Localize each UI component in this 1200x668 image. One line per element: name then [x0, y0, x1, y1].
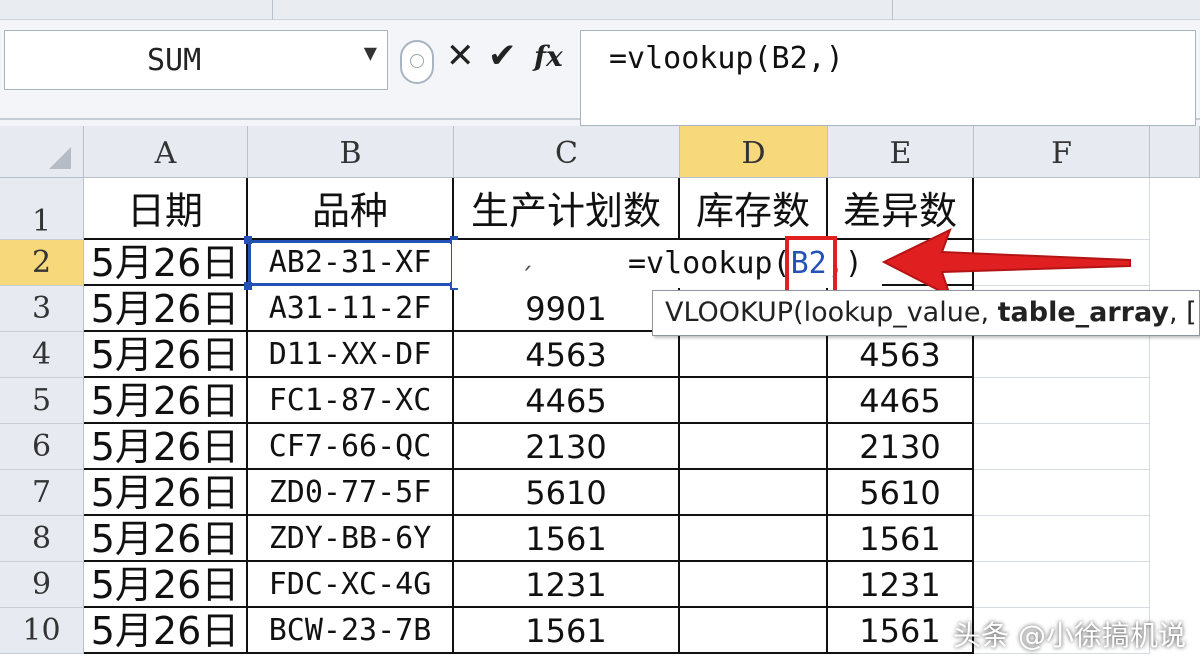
- cell-b1[interactable]: 品种: [248, 178, 454, 240]
- formula-buttons: ✕ ✔ fx: [394, 32, 572, 88]
- column-header-g[interactable]: [1150, 126, 1200, 178]
- cell-a6[interactable]: 5月26日: [84, 424, 248, 470]
- cell-c1[interactable]: 生产计划数: [454, 178, 680, 240]
- cell-e7[interactable]: 5610: [828, 470, 974, 516]
- cell-d4[interactable]: [680, 332, 828, 378]
- cell-b8[interactable]: ZDY-BB-6Y: [248, 516, 454, 562]
- cell-f7[interactable]: [974, 470, 1150, 516]
- cell-e5[interactable]: 4465: [828, 378, 974, 424]
- cell-f6[interactable]: [974, 424, 1150, 470]
- column-header-d[interactable]: D: [680, 126, 828, 178]
- enter-check-icon[interactable]: ✔: [488, 36, 517, 76]
- row-header-8[interactable]: 8: [0, 516, 84, 562]
- cell-e6[interactable]: 2130: [828, 424, 974, 470]
- cell-e4[interactable]: 4563: [828, 332, 974, 378]
- ribbon-separator: [892, 0, 893, 20]
- cell-a1[interactable]: 日期: [84, 178, 248, 240]
- function-tooltip: VLOOKUP(lookup_value, table_array, [: [652, 290, 1200, 336]
- column-header-b[interactable]: B: [248, 126, 454, 178]
- cell-f4[interactable]: [974, 332, 1150, 378]
- row-header-10[interactable]: 10: [0, 608, 84, 654]
- cell-d10[interactable]: [680, 608, 828, 654]
- selection-handle[interactable]: [244, 282, 252, 290]
- cell-d8[interactable]: [680, 516, 828, 562]
- cell-a5[interactable]: 5月26日: [84, 378, 248, 424]
- row-header-1[interactable]: 1: [0, 178, 84, 240]
- formula-bar-grip-icon[interactable]: [400, 40, 434, 84]
- cell-a10[interactable]: 5月26日: [84, 608, 248, 654]
- cell-d1[interactable]: 库存数: [680, 178, 828, 240]
- ribbon-strip: [0, 0, 1200, 20]
- cell-b9[interactable]: FDC-XC-4G: [248, 562, 454, 608]
- cell-b4[interactable]: D11-XX-DF: [248, 332, 454, 378]
- cell-b3[interactable]: A31-11-2F: [248, 286, 454, 332]
- cell-e8[interactable]: 1561: [828, 516, 974, 562]
- row-header-4[interactable]: 4: [0, 332, 84, 378]
- highlight-box: [785, 236, 837, 298]
- cell-a3[interactable]: 5月26日: [84, 286, 248, 332]
- formula-bar: SUM ▼ ✕ ✔ fx =vlookup(B2,): [0, 20, 1200, 126]
- cell-c6[interactable]: 2130: [454, 424, 680, 470]
- cell-f5[interactable]: [974, 378, 1150, 424]
- cell-a8[interactable]: 5月26日: [84, 516, 248, 562]
- row-header-2[interactable]: 2: [0, 240, 84, 286]
- row-header-3[interactable]: 3: [0, 286, 84, 332]
- cell-c4[interactable]: 4563: [454, 332, 680, 378]
- cell-f8[interactable]: [974, 516, 1150, 562]
- row-header-9[interactable]: 9: [0, 562, 84, 608]
- formula-input[interactable]: =vlookup(B2,): [580, 30, 1196, 126]
- cell-e9[interactable]: 1231: [828, 562, 974, 608]
- cancel-icon[interactable]: ✕: [446, 36, 475, 76]
- cell-c7[interactable]: 5610: [454, 470, 680, 516]
- column-header-f[interactable]: F: [974, 126, 1150, 178]
- cell-a7[interactable]: 5月26日: [84, 470, 248, 516]
- worksheet-grid: A B C D E F 1 2 3 4 5 6 7 8 9 10 日期 品种 生产计划数 库存数 差异数 5月26日 AB2…: [0, 126, 1200, 668]
- select-all-corner[interactable]: [0, 126, 84, 178]
- cell-c5[interactable]: 4465: [454, 378, 680, 424]
- name-box-value: SUM: [147, 43, 202, 78]
- name-box[interactable]: SUM ▼: [4, 30, 388, 90]
- cell-b10[interactable]: BCW-23-7B: [248, 608, 454, 654]
- column-header-a[interactable]: A: [84, 126, 248, 178]
- column-header-c[interactable]: C: [454, 126, 680, 178]
- cell-d7[interactable]: [680, 470, 828, 516]
- red-arrow-icon: [881, 228, 1131, 299]
- cell-a9[interactable]: 5月26日: [84, 562, 248, 608]
- cell-b5[interactable]: FC1-87-XC: [248, 378, 454, 424]
- row-header-5[interactable]: 5: [0, 378, 84, 424]
- name-box-dropdown-icon[interactable]: ▼: [364, 41, 377, 66]
- cell-c9[interactable]: 1231: [454, 562, 680, 608]
- watermark: 头条 @小徐搞机说: [953, 619, 1186, 652]
- column-header-e[interactable]: E: [828, 126, 974, 178]
- cell-d5[interactable]: [680, 378, 828, 424]
- cell-b6[interactable]: CF7-66-QC: [248, 424, 454, 470]
- row-header-7[interactable]: 7: [0, 470, 84, 516]
- cell-c10[interactable]: 1561: [454, 608, 680, 654]
- cell-d6[interactable]: [680, 424, 828, 470]
- selection-handle[interactable]: [244, 236, 252, 244]
- text-cursor-icon: ˏ: [520, 240, 536, 270]
- cell-f9[interactable]: [974, 562, 1150, 608]
- range-selection-b2: [248, 240, 454, 286]
- insert-function-icon[interactable]: fx: [534, 40, 563, 73]
- cell-c8[interactable]: 1561: [454, 516, 680, 562]
- cell-a4[interactable]: 5月26日: [84, 332, 248, 378]
- row-header-6[interactable]: 6: [0, 424, 84, 470]
- cell-d9[interactable]: [680, 562, 828, 608]
- cell-b7[interactable]: ZD0-77-5F: [248, 470, 454, 516]
- cell-a2[interactable]: 5月26日: [84, 240, 248, 286]
- ribbon-separator: [272, 0, 273, 20]
- cell-c3[interactable]: 9901: [454, 286, 680, 332]
